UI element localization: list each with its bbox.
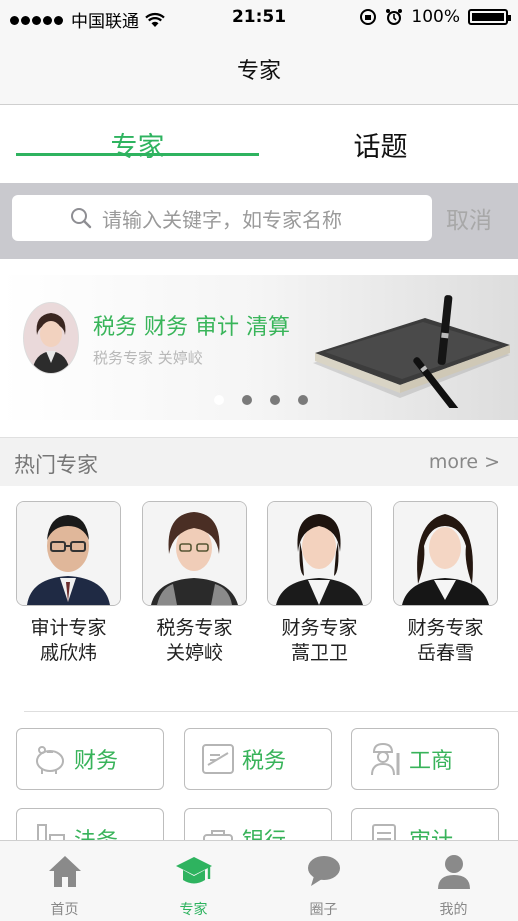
- expert-photo: [393, 501, 498, 606]
- category-label: 财务: [74, 749, 119, 774]
- tab-indicator: [16, 153, 259, 156]
- expert-role: 税务专家: [156, 617, 233, 639]
- banner-carousel[interactable]: 税务 财务 审计 清算 税务专家 关婷峧: [0, 275, 518, 420]
- expert-name: 戚欣炜: [39, 642, 97, 664]
- person-icon: [437, 855, 470, 889]
- alarm-icon: [386, 9, 403, 25]
- tab-label: 我的: [439, 902, 468, 918]
- battery-icon: [468, 9, 511, 25]
- banner-avatar: [23, 302, 79, 374]
- category-business-button[interactable]: 工商: [351, 728, 499, 790]
- hot-experts-header: 热门专家 more >: [0, 437, 518, 486]
- banner-subtitle: 税务专家 关婷峧: [93, 349, 203, 367]
- search-icon: [71, 208, 92, 229]
- expert-role: 财务专家: [407, 617, 484, 639]
- expert-photo: [16, 501, 121, 606]
- worker-icon: [371, 742, 400, 776]
- tax-document-icon: [202, 744, 234, 774]
- section-title: 热门专家: [14, 453, 98, 477]
- carousel-pager[interactable]: [214, 395, 308, 405]
- expert-name: 关婷峧: [165, 642, 223, 664]
- expert-role: 财务专家: [281, 617, 358, 639]
- graduation-cap-icon: [175, 857, 212, 884]
- tab-home[interactable]: 首页: [0, 841, 129, 921]
- expert-role: 审计专家: [30, 617, 107, 639]
- tab-label: 专家: [179, 902, 208, 918]
- section-divider: [24, 711, 518, 712]
- expert-card[interactable]: 审计专家 戚欣炜: [16, 501, 121, 666]
- pager-dot[interactable]: [298, 395, 308, 405]
- category-label: 税务: [242, 749, 287, 774]
- tab-label: 首页: [50, 902, 79, 918]
- chat-bubble-icon: [307, 856, 340, 886]
- more-link[interactable]: more >: [429, 451, 500, 473]
- search-placeholder: 请输入关键字，如专家名称: [102, 207, 342, 232]
- battery-fill: [472, 13, 504, 21]
- pager-dot[interactable]: [214, 395, 224, 405]
- cancel-button[interactable]: 取消: [446, 201, 492, 235]
- home-icon: [48, 856, 81, 887]
- expert-name: 岳春雪: [416, 642, 474, 664]
- notebook-pen-image: [313, 295, 510, 408]
- battery-percent: 100%: [411, 7, 460, 27]
- category-finance-button[interactable]: 财务: [16, 728, 164, 790]
- piggy-bank-icon: [36, 746, 64, 774]
- expert-card[interactable]: 财务专家 蒿卫卫: [267, 501, 372, 666]
- page-title: 专家: [236, 59, 281, 84]
- tab-bar: 首页 专家 圈子 我的: [0, 840, 518, 921]
- tab-circles[interactable]: 圈子: [259, 841, 388, 921]
- expert-card[interactable]: 税务专家 关婷峧: [142, 501, 247, 666]
- tab-mine[interactable]: 我的: [389, 841, 518, 921]
- search-bar: 请输入关键字，如专家名称 取消: [0, 183, 518, 259]
- tab-topics[interactable]: 话题: [259, 105, 502, 183]
- pager-dot[interactable]: [242, 395, 252, 405]
- expert-card[interactable]: 财务专家 岳春雪: [393, 501, 498, 666]
- status-right: 100%: [359, 7, 511, 27]
- segment-control: 专家 话题: [0, 105, 518, 183]
- expert-photo: [142, 501, 247, 606]
- rotation-lock-icon: [360, 9, 377, 25]
- status-bar: 中国联通 21:51 100%: [0, 0, 518, 34]
- expert-photo: [267, 501, 372, 606]
- pager-dot[interactable]: [270, 395, 280, 405]
- tab-label: 圈子: [309, 902, 338, 918]
- banner-title: 税务 财务 审计 清算: [93, 315, 290, 340]
- tab-experts-nav[interactable]: 专家: [129, 841, 258, 921]
- expert-name: 蒿卫卫: [290, 642, 348, 664]
- category-tax-button[interactable]: 税务: [184, 728, 332, 790]
- category-label: 工商: [409, 749, 454, 774]
- search-input[interactable]: 请输入关键字，如专家名称: [12, 195, 432, 241]
- navigation-bar: 专家: [0, 34, 518, 105]
- tab-experts[interactable]: 专家: [16, 105, 259, 183]
